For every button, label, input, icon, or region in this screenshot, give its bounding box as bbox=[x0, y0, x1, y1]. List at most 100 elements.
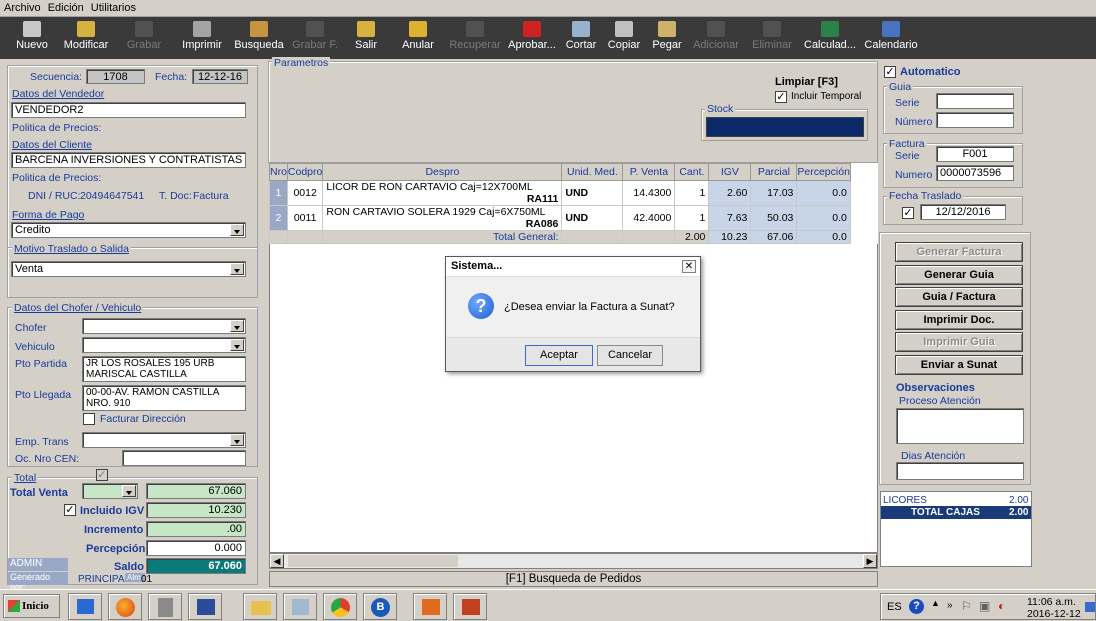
app-b-icon[interactable]: B bbox=[363, 593, 397, 620]
close-icon[interactable]: ✕ bbox=[682, 260, 696, 273]
cliente-field[interactable]: BARCENA INVERSIONES Y CONTRATISTAS GEN bbox=[11, 152, 246, 168]
col-unid-med[interactable]: Unid. Med. bbox=[561, 163, 624, 181]
toolbar-anular-button[interactable]: Anular bbox=[391, 17, 445, 59]
col-p-venta[interactable]: P. Venta bbox=[622, 163, 676, 181]
powershell-icon[interactable] bbox=[68, 593, 102, 620]
vehiculo-select[interactable] bbox=[82, 337, 246, 353]
factura-serie-field[interactable]: F001 bbox=[936, 146, 1014, 162]
generar-factura-button[interactable]: Generar Factura bbox=[895, 242, 1023, 262]
clock-time[interactable]: 11:06 a.m. bbox=[1027, 596, 1076, 608]
menu-edicion[interactable]: Edición bbox=[44, 0, 87, 14]
guia-factura-button[interactable]: Guia / Factura bbox=[895, 287, 1023, 307]
toolbar-salir-button[interactable]: Salir bbox=[342, 17, 390, 59]
toolbar-modificar-button[interactable]: Modificar bbox=[58, 17, 114, 59]
dias-atencion-field[interactable] bbox=[896, 462, 1024, 480]
chrome-icon[interactable] bbox=[323, 593, 357, 620]
toolbar-eliminar-button[interactable]: Eliminar bbox=[744, 17, 800, 59]
partida-field[interactable]: JR LOS ROSALES 195 URB MARISCAL CASTILLA bbox=[82, 356, 246, 382]
total-checkbox[interactable]: ✓ bbox=[96, 469, 108, 481]
total-venta-select[interactable] bbox=[82, 483, 138, 499]
horizontal-scrollbar[interactable]: ◀ ▶ bbox=[269, 553, 878, 569]
scroll-right-icon[interactable]: ▶ bbox=[863, 554, 877, 568]
fecha-field: 12-12-16 bbox=[192, 69, 248, 84]
toolbar-grabar-button[interactable]: Grabar bbox=[115, 17, 173, 59]
chofer-select[interactable] bbox=[82, 318, 246, 334]
fecha-traslado-checkbox[interactable]: ✓ bbox=[902, 207, 914, 219]
network-icon[interactable]: ▣ bbox=[979, 599, 990, 613]
scroll-thumb[interactable] bbox=[288, 555, 458, 567]
folder-icon[interactable] bbox=[243, 593, 277, 620]
toolbar-calculad-button[interactable]: Calculad... bbox=[801, 17, 859, 59]
chevron-down-icon[interactable] bbox=[230, 224, 244, 236]
toolbar-calendario-button[interactable]: Calendario bbox=[861, 17, 921, 59]
facturar-direccion-checkbox[interactable] bbox=[83, 413, 95, 425]
toolbar-imprimir-button[interactable]: Imprimir bbox=[175, 17, 229, 59]
chevron-down-icon[interactable] bbox=[122, 485, 136, 497]
fecha-traslado-field[interactable]: 12/12/2016 bbox=[920, 204, 1006, 220]
cell-perc: 0.0 bbox=[796, 205, 851, 231]
forma-pago-select[interactable]: Credito bbox=[11, 222, 246, 238]
llegada-field[interactable]: 00-00-AV. RAMON CASTILLA NRO. 910II bbox=[82, 385, 246, 411]
toolbar-adicionar-button[interactable]: Adicionar bbox=[689, 17, 743, 59]
chevron-down-icon[interactable] bbox=[230, 263, 244, 275]
col-parcial[interactable]: Parcial bbox=[750, 163, 798, 181]
tray-arrow-icon[interactable]: ▲ bbox=[931, 598, 940, 608]
col-percepcion[interactable]: Percepción bbox=[796, 163, 851, 181]
vendedor-field[interactable]: VENDEDOR2 bbox=[11, 102, 246, 118]
toolbar-grabar-f-button[interactable]: Grabar F. bbox=[289, 17, 341, 59]
limpiar-button[interactable]: Limpiar [F3] bbox=[775, 76, 838, 88]
proceso-atencion-field[interactable] bbox=[896, 408, 1024, 444]
tray-expand-icon[interactable]: » bbox=[947, 600, 953, 611]
imprimir-guia-button[interactable]: Imprimir Guia bbox=[895, 332, 1023, 352]
start-button[interactable]: Inicio bbox=[3, 594, 60, 618]
menu-archivo[interactable]: Archivo bbox=[0, 0, 44, 14]
table-row[interactable]: 2 0011 RON CARTAVIO SOLERA 1929 Caj=6X75… bbox=[269, 205, 851, 231]
cancelar-button[interactable]: Cancelar bbox=[597, 345, 663, 366]
guia-serie-field[interactable] bbox=[936, 93, 1014, 109]
toolbar-pegar-button[interactable]: Pegar bbox=[645, 17, 689, 59]
server-icon[interactable] bbox=[148, 593, 182, 620]
col-cant[interactable]: Cant. bbox=[674, 163, 710, 181]
toolbar-busqueda-button[interactable]: Busqueda bbox=[230, 17, 288, 59]
clock-date[interactable]: 2016-12-12 bbox=[1027, 608, 1081, 620]
chevron-down-icon[interactable] bbox=[230, 320, 244, 332]
network-tool-icon[interactable] bbox=[283, 593, 317, 620]
oc-nro-field[interactable] bbox=[122, 450, 246, 466]
col-codpro[interactable]: Codpro bbox=[286, 163, 324, 181]
app-ec-icon[interactable] bbox=[413, 593, 447, 620]
aceptar-button[interactable]: Aceptar bbox=[525, 345, 593, 366]
automatico-checkbox[interactable]: ✓ bbox=[884, 66, 896, 78]
col-nro[interactable]: Nro bbox=[269, 163, 288, 181]
motivo-title: Motivo Traslado o Salida bbox=[12, 243, 131, 255]
word-icon[interactable] bbox=[188, 593, 222, 620]
motivo-select[interactable]: Venta bbox=[11, 261, 246, 277]
toolbar-copiar-button[interactable]: Copiar bbox=[603, 17, 645, 59]
generar-guia-button[interactable]: Generar Guia bbox=[895, 265, 1023, 285]
chevron-down-icon[interactable] bbox=[230, 339, 244, 351]
toolbar-recuperar-button[interactable]: Recuperar bbox=[446, 17, 504, 59]
language-indicator[interactable]: ES bbox=[887, 601, 902, 613]
enviar-sunat-button[interactable]: Enviar a Sunat bbox=[895, 355, 1023, 375]
emp-trans-select[interactable] bbox=[82, 432, 246, 448]
chevron-down-icon[interactable] bbox=[230, 434, 244, 446]
menu-utilitarios[interactable]: Utilitarios bbox=[87, 0, 139, 14]
firefox-icon[interactable] bbox=[108, 593, 142, 620]
col-despro[interactable]: Despro bbox=[322, 163, 563, 181]
table-row[interactable]: 1 0012 LICOR DE RON CARTAVIO Caj=12X700M… bbox=[269, 180, 851, 206]
col-igv[interactable]: IGV bbox=[708, 163, 752, 181]
guia-numero-field[interactable] bbox=[936, 112, 1014, 128]
factura-numero-field[interactable]: 0000073596 bbox=[936, 165, 1014, 181]
imprimir-doc-button[interactable]: Imprimir Doc. bbox=[895, 310, 1023, 330]
show-desktop-icon[interactable] bbox=[1085, 602, 1095, 612]
volume-muted-icon[interactable]: ◐ bbox=[998, 599, 1005, 613]
toolbar-nuevo-button[interactable]: Nuevo bbox=[7, 17, 57, 59]
incluir-temporal-checkbox[interactable]: ✓ bbox=[775, 91, 787, 103]
incluido-igv-checkbox[interactable]: ✓ bbox=[64, 504, 76, 516]
incremento-value[interactable]: .00 bbox=[146, 521, 246, 537]
help-icon[interactable]: ? bbox=[909, 599, 924, 614]
toolbar-aprobar-button[interactable]: Aprobar... bbox=[504, 17, 560, 59]
flag-icon[interactable]: ⚐ bbox=[961, 599, 972, 613]
toolbar-cortar-button[interactable]: Cortar bbox=[560, 17, 602, 59]
scroll-left-icon[interactable]: ◀ bbox=[270, 554, 284, 568]
app-s-icon[interactable] bbox=[453, 593, 487, 620]
